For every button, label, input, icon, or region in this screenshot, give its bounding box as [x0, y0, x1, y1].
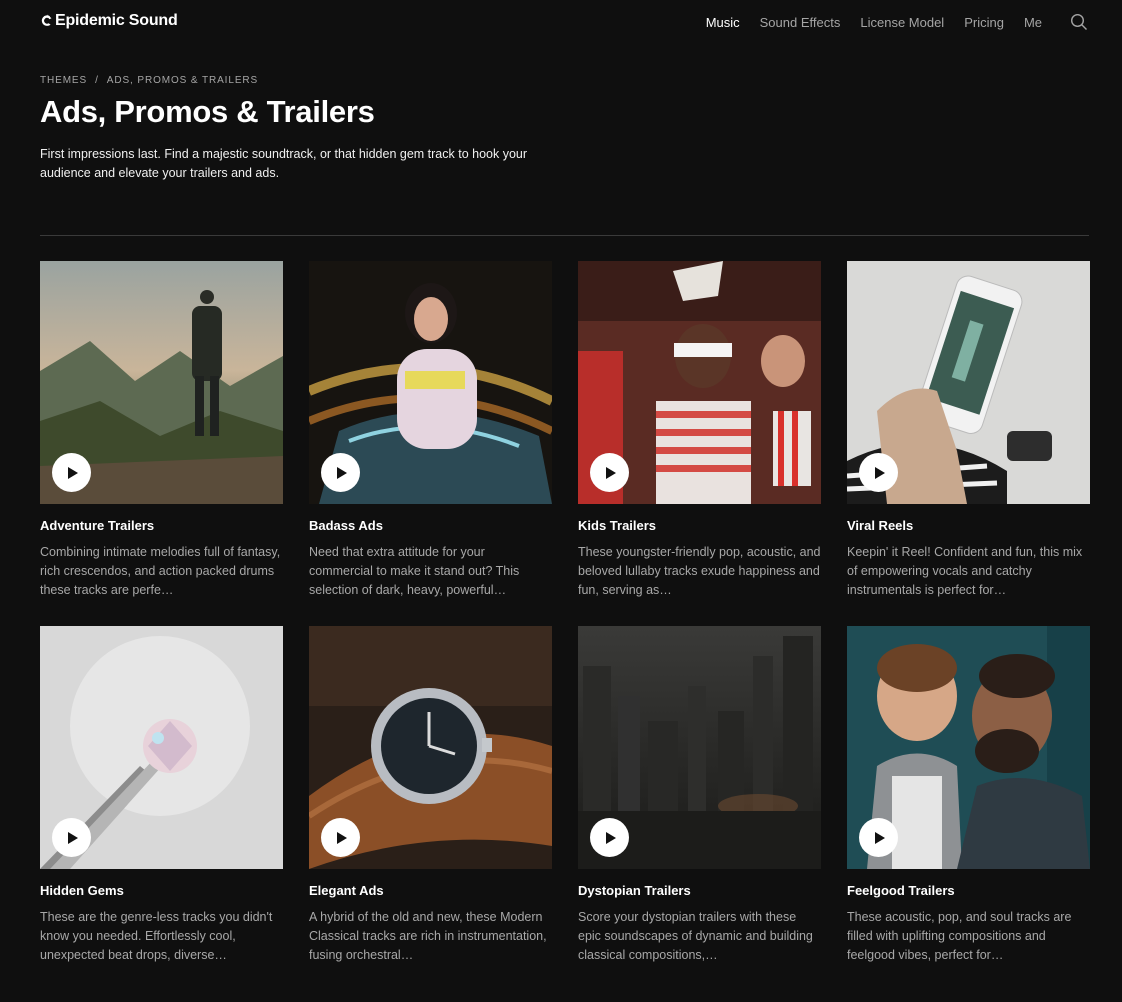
card-title[interactable]: Kids Trailers: [578, 517, 821, 534]
play-button[interactable]: [859, 818, 898, 857]
nav-item-me[interactable]: Me: [1024, 15, 1042, 30]
theme-card-viral-reels[interactable]: Viral Reels Keepin' it Reel! Confident a…: [847, 261, 1090, 608]
card-title[interactable]: Feelgood Trailers: [847, 882, 1090, 899]
breadcrumb-themes[interactable]: THEMES: [40, 75, 87, 86]
play-icon: [68, 466, 78, 479]
play-icon: [875, 831, 885, 844]
nav-item-music[interactable]: Music: [706, 15, 740, 30]
card-description: Need that extra attitude for your commer…: [309, 545, 520, 597]
card-title[interactable]: Hidden Gems: [40, 882, 283, 899]
theme-card-hidden-gems[interactable]: Hidden Gems These are the genre-less tra…: [40, 626, 283, 973]
card-title[interactable]: Badass Ads: [309, 517, 552, 534]
card-image: [578, 261, 821, 504]
card-image: [847, 261, 1090, 504]
card-image: [309, 626, 552, 869]
card-image: [40, 261, 283, 504]
play-button[interactable]: [590, 818, 629, 857]
theme-card-badass-ads[interactable]: Badass Ads Need that extra attitude for …: [309, 261, 552, 608]
card-description: These are the genre-less tracks you didn…: [40, 910, 273, 962]
play-icon: [606, 466, 616, 479]
card-description: These youngster-friendly pop, acoustic, …: [578, 545, 821, 597]
play-button[interactable]: [859, 453, 898, 492]
play-button[interactable]: [52, 818, 91, 857]
card-title[interactable]: Elegant Ads: [309, 882, 552, 899]
nav-item-pricing[interactable]: Pricing: [964, 15, 1004, 30]
card-title[interactable]: Viral Reels: [847, 517, 1090, 534]
card-image: [578, 626, 821, 869]
card-description: A hybrid of the old and new, these Moder…: [309, 910, 547, 962]
card-description: Score your dystopian trailers with these…: [578, 910, 813, 962]
card-description: Combining intimate melodies full of fant…: [40, 545, 281, 597]
nav-item-sound-effects[interactable]: Sound Effects: [760, 15, 841, 30]
play-button[interactable]: [52, 453, 91, 492]
breadcrumb: THEMES / ADS, PROMOS & TRAILERS: [40, 75, 258, 86]
play-icon: [337, 466, 347, 479]
play-button[interactable]: [321, 453, 360, 492]
play-icon: [68, 831, 78, 844]
play-icon: [606, 831, 616, 844]
play-button[interactable]: [321, 818, 360, 857]
theme-grid: Adventure Trailers Combining intimate me…: [40, 261, 1090, 973]
section-divider: [40, 235, 1089, 236]
search-icon[interactable]: [1070, 13, 1088, 31]
card-title[interactable]: Dystopian Trailers: [578, 882, 821, 899]
play-icon: [875, 466, 885, 479]
card-description: Keepin' it Reel! Confident and fun, this…: [847, 545, 1083, 597]
nav-item-license-model[interactable]: License Model: [860, 15, 944, 30]
breadcrumb-current: ADS, PROMOS & TRAILERS: [106, 75, 259, 86]
main-nav: Music Sound Effects License Model Pricin…: [706, 15, 1042, 30]
brand-name: Epidemic Sound: [55, 12, 178, 29]
top-navigation: Epidemic Sound Music Sound Effects Licen…: [0, 0, 1122, 44]
play-icon: [337, 831, 347, 844]
theme-card-adventure-trailers[interactable]: Adventure Trailers Combining intimate me…: [40, 261, 283, 608]
theme-card-elegant-ads[interactable]: Elegant Ads A hybrid of the old and new,…: [309, 626, 552, 973]
theme-card-dystopian-trailers[interactable]: Dystopian Trailers Score your dystopian …: [578, 626, 821, 973]
play-button[interactable]: [590, 453, 629, 492]
theme-card-feelgood-trailers[interactable]: Feelgood Trailers These acoustic, pop, a…: [847, 626, 1090, 973]
page-title: Ads, Promos & Trailers: [40, 94, 375, 129]
brand-logo[interactable]: Epidemic Sound: [40, 12, 178, 30]
card-description: These acoustic, pop, and soul tracks are…: [847, 910, 1072, 962]
theme-card-kids-trailers[interactable]: Kids Trailers These youngster-friendly p…: [578, 261, 821, 608]
card-image: [40, 626, 283, 869]
card-title[interactable]: Adventure Trailers: [40, 517, 283, 534]
card-image: [847, 626, 1090, 869]
page-intro: First impressions last. Find a majestic …: [40, 147, 528, 180]
epidemic-logo-icon: [41, 14, 52, 26]
breadcrumb-separator: /: [95, 75, 99, 86]
card-image: [309, 261, 552, 504]
